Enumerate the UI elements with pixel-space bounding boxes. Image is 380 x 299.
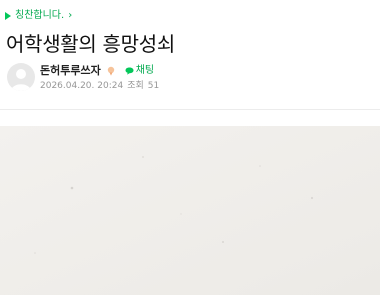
member-level-icon <box>107 66 114 76</box>
play-triangle-icon <box>5 12 11 20</box>
chat-label: 채팅 <box>135 65 155 76</box>
chat-bubble-icon <box>125 67 134 75</box>
author-name[interactable]: 돈허투루쓰자 <box>40 64 101 78</box>
chat-button[interactable]: 채팅 <box>125 64 154 78</box>
post-meta: 2026.04.20. 20:24 조회 51 <box>40 80 159 92</box>
author-row: 돈허투루쓰자 채팅 <box>40 64 154 78</box>
views-label: 조회 <box>127 81 144 91</box>
post-date: 2026.04.20. 20:24 <box>40 81 124 91</box>
wall-texture-image <box>0 126 380 295</box>
post-image[interactable] <box>0 126 380 295</box>
chevron-right-icon: › <box>68 10 73 21</box>
post-title: 어학생활의 흥망성쇠 <box>6 32 175 56</box>
header-divider <box>0 109 380 110</box>
breadcrumb-category-label[interactable]: 칭찬합니다. <box>15 9 64 23</box>
views-count: 51 <box>147 81 160 91</box>
breadcrumb[interactable]: 칭찬합니다. › <box>5 9 72 23</box>
avatar[interactable] <box>7 63 35 91</box>
default-profile-icon <box>11 69 31 91</box>
